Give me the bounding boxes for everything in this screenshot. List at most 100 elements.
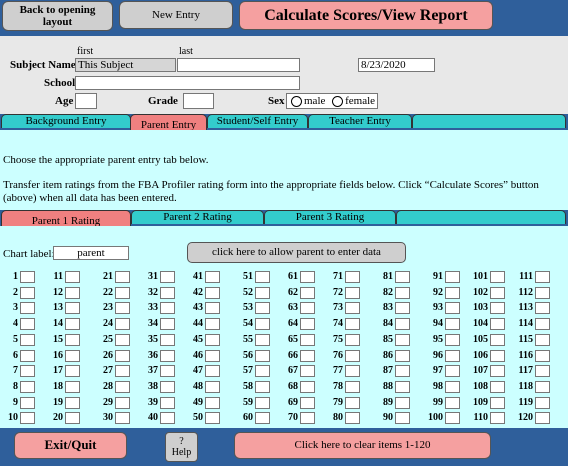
item-rating-input[interactable] <box>395 318 410 331</box>
school-field[interactable] <box>75 76 300 90</box>
item-rating-input[interactable] <box>490 333 505 346</box>
item-rating-input[interactable] <box>490 412 505 425</box>
item-rating-input[interactable] <box>490 396 505 409</box>
help-button[interactable]: ? Help <box>165 432 198 462</box>
item-rating-input[interactable] <box>255 333 270 346</box>
item-rating-input[interactable] <box>255 271 270 283</box>
item-rating-input[interactable] <box>65 286 80 299</box>
item-rating-input[interactable] <box>490 318 505 331</box>
item-rating-input[interactable] <box>395 396 410 409</box>
calculate-scores-button[interactable]: Calculate Scores/View Report <box>239 1 493 30</box>
item-rating-input[interactable] <box>205 286 220 299</box>
tab-background-entry[interactable]: Background Entry <box>1 114 131 128</box>
item-rating-input[interactable] <box>445 302 460 315</box>
item-rating-input[interactable] <box>535 271 550 283</box>
item-rating-input[interactable] <box>535 286 550 299</box>
item-rating-input[interactable] <box>535 412 550 425</box>
item-rating-input[interactable] <box>205 365 220 378</box>
item-rating-input[interactable] <box>345 365 360 378</box>
item-rating-input[interactable] <box>115 318 130 331</box>
item-rating-input[interactable] <box>445 333 460 346</box>
item-rating-input[interactable] <box>65 318 80 331</box>
tab-student-entry[interactable]: Student/Self Entry <box>207 114 308 128</box>
grade-field[interactable] <box>183 93 214 109</box>
item-rating-input[interactable] <box>20 349 35 362</box>
item-rating-input[interactable] <box>345 380 360 393</box>
item-rating-input[interactable] <box>490 349 505 362</box>
item-rating-input[interactable] <box>395 380 410 393</box>
item-rating-input[interactable] <box>345 349 360 362</box>
item-rating-input[interactable] <box>445 396 460 409</box>
item-rating-input[interactable] <box>115 302 130 315</box>
item-rating-input[interactable] <box>490 271 505 283</box>
item-rating-input[interactable] <box>255 286 270 299</box>
item-rating-input[interactable] <box>115 412 130 425</box>
item-rating-input[interactable] <box>115 333 130 346</box>
item-rating-input[interactable] <box>255 380 270 393</box>
last-name-field[interactable] <box>177 58 300 72</box>
item-rating-input[interactable] <box>445 286 460 299</box>
item-rating-input[interactable] <box>255 349 270 362</box>
item-rating-input[interactable] <box>535 380 550 393</box>
item-rating-input[interactable] <box>395 365 410 378</box>
item-rating-input[interactable] <box>535 318 550 331</box>
item-rating-input[interactable] <box>65 302 80 315</box>
item-rating-input[interactable] <box>20 271 35 283</box>
item-rating-input[interactable] <box>205 412 220 425</box>
item-rating-input[interactable] <box>300 365 315 378</box>
tab-parent-3-rating[interactable]: Parent 3 Rating <box>264 210 396 224</box>
item-rating-input[interactable] <box>20 365 35 378</box>
item-rating-input[interactable] <box>160 271 175 283</box>
item-rating-input[interactable] <box>345 286 360 299</box>
item-rating-input[interactable] <box>300 271 315 283</box>
item-rating-input[interactable] <box>535 396 550 409</box>
item-rating-input[interactable] <box>490 365 505 378</box>
item-rating-input[interactable] <box>395 302 410 315</box>
item-rating-input[interactable] <box>445 349 460 362</box>
item-rating-input[interactable] <box>535 349 550 362</box>
item-rating-input[interactable] <box>300 349 315 362</box>
item-rating-input[interactable] <box>345 271 360 283</box>
female-radio[interactable] <box>332 95 344 107</box>
item-rating-input[interactable] <box>535 302 550 315</box>
item-rating-input[interactable] <box>205 396 220 409</box>
item-rating-input[interactable] <box>20 412 35 425</box>
item-rating-input[interactable] <box>445 380 460 393</box>
item-rating-input[interactable] <box>255 365 270 378</box>
item-rating-input[interactable] <box>115 286 130 299</box>
exit-quit-button[interactable]: Exit/Quit <box>14 432 127 459</box>
item-rating-input[interactable] <box>20 380 35 393</box>
item-rating-input[interactable] <box>445 271 460 283</box>
item-rating-input[interactable] <box>160 380 175 393</box>
item-rating-input[interactable] <box>395 271 410 283</box>
age-field[interactable] <box>75 93 97 109</box>
item-rating-input[interactable] <box>395 333 410 346</box>
item-rating-input[interactable] <box>160 286 175 299</box>
item-rating-input[interactable] <box>160 365 175 378</box>
item-rating-input[interactable] <box>205 349 220 362</box>
item-rating-input[interactable] <box>535 333 550 346</box>
item-rating-input[interactable] <box>395 412 410 425</box>
item-rating-input[interactable] <box>345 302 360 315</box>
item-rating-input[interactable] <box>205 380 220 393</box>
item-rating-input[interactable] <box>395 286 410 299</box>
new-entry-button[interactable]: New Entry <box>119 1 233 29</box>
item-rating-input[interactable] <box>20 318 35 331</box>
date-field[interactable]: 8/23/2020 <box>358 58 435 72</box>
item-rating-input[interactable] <box>20 333 35 346</box>
item-rating-input[interactable] <box>300 380 315 393</box>
item-rating-input[interactable] <box>65 365 80 378</box>
item-rating-input[interactable] <box>65 349 80 362</box>
chart-label-field[interactable]: parent <box>53 246 129 260</box>
item-rating-input[interactable] <box>490 302 505 315</box>
item-rating-input[interactable] <box>205 302 220 315</box>
item-rating-input[interactable] <box>205 318 220 331</box>
item-rating-input[interactable] <box>160 396 175 409</box>
item-rating-input[interactable] <box>65 380 80 393</box>
item-rating-input[interactable] <box>205 333 220 346</box>
item-rating-input[interactable] <box>300 412 315 425</box>
item-rating-input[interactable] <box>255 318 270 331</box>
item-rating-input[interactable] <box>160 333 175 346</box>
item-rating-input[interactable] <box>65 333 80 346</box>
clear-items-button[interactable]: Click here to clear items 1-120 <box>234 432 491 459</box>
